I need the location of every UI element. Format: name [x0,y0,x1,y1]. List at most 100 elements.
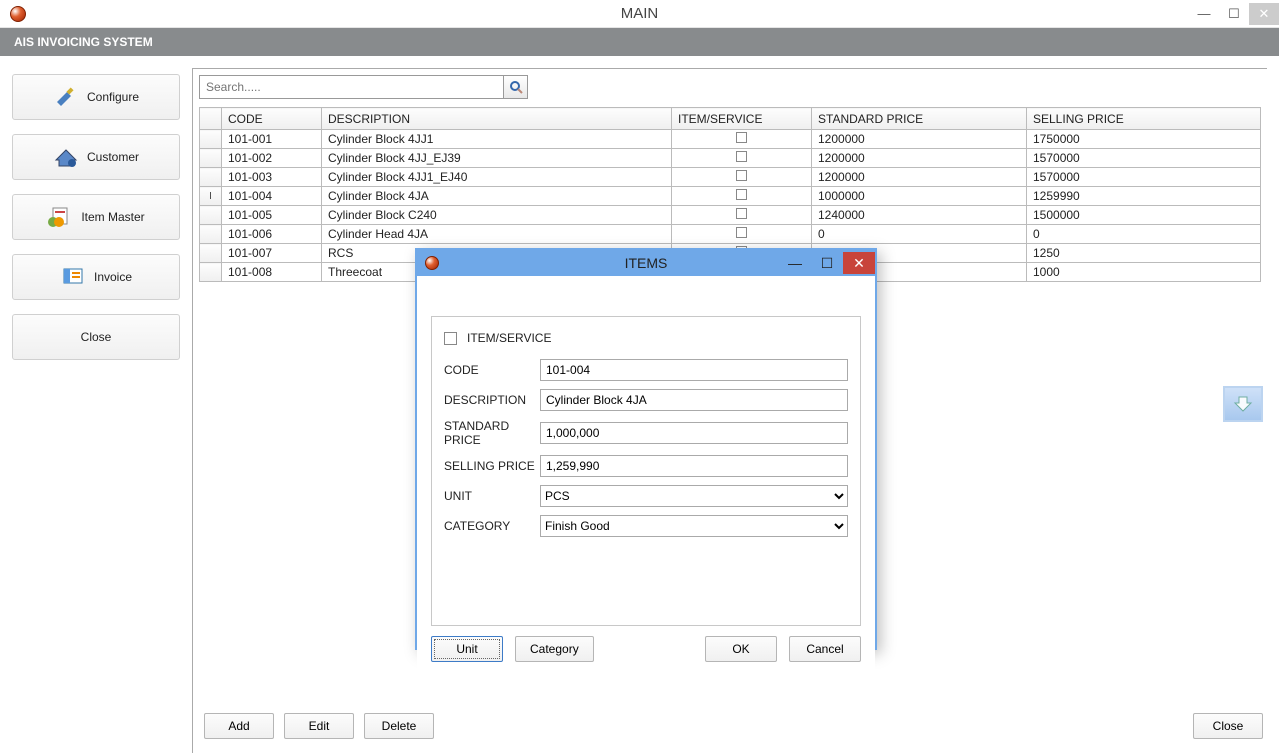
cell-code[interactable]: 101-007 [222,244,322,263]
edit-button[interactable]: Edit [284,713,354,739]
sidebar-close-label: Close [81,330,112,344]
cell-code[interactable]: 101-002 [222,149,322,168]
cell-itemservice[interactable] [672,149,812,168]
maximize-button[interactable]: ☐ [1219,3,1249,25]
cell-standard[interactable]: 1000000 [812,187,1027,206]
app-icon [10,6,26,22]
cell-description[interactable]: Cylinder Head 4JA [322,225,672,244]
search-button[interactable] [504,75,528,99]
cell-itemservice[interactable] [672,225,812,244]
checkbox-icon[interactable] [736,170,747,181]
customer-icon [53,146,79,168]
cancel-button[interactable]: Cancel [789,636,861,662]
cell-itemservice[interactable] [672,187,812,206]
checkbox-icon[interactable] [736,227,747,238]
cell-standard[interactable]: 1240000 [812,206,1027,225]
cell-code[interactable]: 101-001 [222,130,322,149]
dialog-app-icon [425,256,439,270]
col-itemservice[interactable]: ITEM/SERVICE [672,108,812,130]
customer-button[interactable]: Customer [12,134,180,180]
dialog-minimize-button[interactable]: — [779,252,811,274]
invoice-label: Invoice [94,270,132,284]
arrow-down-icon [1233,395,1253,413]
window-controls: — ☐ ✕ [1189,3,1279,25]
cell-standard[interactable]: 1200000 [812,130,1027,149]
cell-standard[interactable]: 1200000 [812,168,1027,187]
sidebar-close-button[interactable]: Close [12,314,180,360]
checkbox-icon[interactable] [736,189,747,200]
cell-selling[interactable]: 1259990 [1027,187,1261,206]
cell-itemservice[interactable] [672,168,812,187]
cell-selling[interactable]: 1750000 [1027,130,1261,149]
itemservice-label: ITEM/SERVICE [467,331,551,345]
cell-code[interactable]: 101-008 [222,263,322,282]
minimize-button[interactable]: — [1189,3,1219,25]
rowheader-col [200,108,222,130]
dialog-maximize-button[interactable]: ☐ [811,252,843,274]
cell-code[interactable]: 101-003 [222,168,322,187]
col-selling[interactable]: SELLING PRICE [1027,108,1261,130]
table-row[interactable]: 101-002Cylinder Block 4JJ_EJ39 1200000157… [200,149,1261,168]
cell-selling[interactable]: 1250 [1027,244,1261,263]
row-marker [200,263,222,282]
bottom-toolbar: Add Edit Delete Close [204,713,1263,739]
invoice-button[interactable]: Invoice [12,254,180,300]
add-button[interactable]: Add [204,713,274,739]
itemservice-checkbox[interactable] [444,332,457,345]
table-row[interactable]: I101-004Cylinder Block 4JA10000001259990 [200,187,1261,206]
unit-select[interactable]: PCS [540,485,848,507]
col-standard[interactable]: STANDARD PRICE [812,108,1027,130]
grid-header-row: CODE DESCRIPTION ITEM/SERVICE STANDARD P… [200,108,1261,130]
cell-selling[interactable]: 1500000 [1027,206,1261,225]
table-row[interactable]: 101-001Cylinder Block 4JJ1 12000001750000 [200,130,1261,149]
cell-description[interactable]: Cylinder Block 4JJ_EJ39 [322,149,672,168]
col-code[interactable]: CODE [222,108,322,130]
ok-button[interactable]: OK [705,636,777,662]
table-row[interactable]: 101-006Cylinder Head 4JA 00 [200,225,1261,244]
standardprice-input[interactable] [540,422,848,444]
app-title: AIS INVOICING SYSTEM [14,35,153,49]
cell-description[interactable]: Cylinder Block 4JJ1 [322,130,672,149]
checkbox-icon[interactable] [736,132,747,143]
cell-code[interactable]: 101-005 [222,206,322,225]
dialog-form: ITEM/SERVICE CODE DESCRIPTION STANDARD P… [431,316,861,626]
cell-code[interactable]: 101-004 [222,187,322,206]
cell-description[interactable]: Cylinder Block 4JJ1_EJ40 [322,168,672,187]
code-input[interactable] [540,359,848,381]
row-marker [200,130,222,149]
cell-description[interactable]: Cylinder Block 4JA [322,187,672,206]
checkbox-icon[interactable] [736,151,747,162]
cell-selling[interactable]: 0 [1027,225,1261,244]
cell-itemservice[interactable] [672,130,812,149]
dialog-close-button[interactable]: ✕ [843,252,875,274]
close-window-button[interactable]: ✕ [1249,3,1279,25]
scroll-down-button[interactable] [1223,386,1263,422]
cell-description[interactable]: Cylinder Block C240 [322,206,672,225]
dialog-titlebar[interactable]: ITEMS — ☐ ✕ [417,250,875,276]
invoice-icon [60,266,86,288]
itemmaster-button[interactable]: Item Master [12,194,180,240]
cell-selling[interactable]: 1570000 [1027,149,1261,168]
code-label: CODE [444,363,540,377]
cell-selling[interactable]: 1000 [1027,263,1261,282]
unit-button[interactable]: Unit [431,636,503,662]
search-input[interactable] [199,75,504,99]
table-row[interactable]: 101-003Cylinder Block 4JJ1_EJ40 120000015… [200,168,1261,187]
col-description[interactable]: DESCRIPTION [322,108,672,130]
close-button[interactable]: Close [1193,713,1263,739]
cell-itemservice[interactable] [672,206,812,225]
cell-standard[interactable]: 0 [812,225,1027,244]
sellingprice-input[interactable] [540,455,848,477]
table-row[interactable]: 101-005Cylinder Block C240 12400001500000 [200,206,1261,225]
category-button[interactable]: Category [515,636,594,662]
delete-button[interactable]: Delete [364,713,434,739]
cell-code[interactable]: 101-006 [222,225,322,244]
description-input[interactable] [540,389,848,411]
unit-label: UNIT [444,489,540,503]
checkbox-icon[interactable] [736,208,747,219]
configure-button[interactable]: Configure [12,74,180,120]
sidebar: Configure Customer Item Master Invoice C… [0,56,192,753]
cell-standard[interactable]: 1200000 [812,149,1027,168]
category-select[interactable]: Finish Good [540,515,848,537]
cell-selling[interactable]: 1570000 [1027,168,1261,187]
